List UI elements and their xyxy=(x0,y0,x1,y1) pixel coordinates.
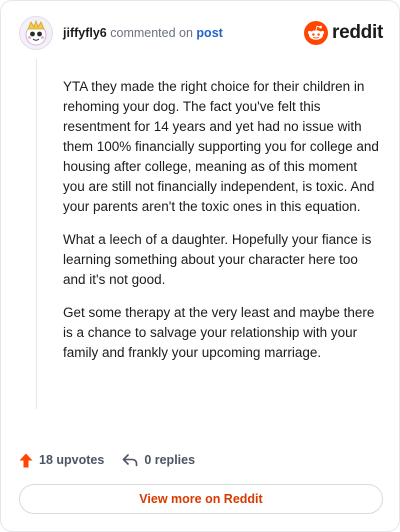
upvote-button[interactable]: 18 upvotes xyxy=(19,453,104,468)
reply-button[interactable]: 0 replies xyxy=(122,453,195,467)
username-link[interactable]: jiffyfly6 xyxy=(63,26,107,40)
comment-body: YTA they made the right choice for their… xyxy=(63,77,379,376)
view-more-label: View more on Reddit xyxy=(139,492,263,506)
comment-paragraph: What a leech of a daughter. Hopefully yo… xyxy=(63,232,372,287)
view-more-button[interactable]: View more on Reddit xyxy=(19,484,383,514)
user-avatar[interactable] xyxy=(19,16,53,50)
embedded-comment-card: jiffyfly6 commented on post reddit YTA t… xyxy=(0,0,400,532)
upvote-arrow-icon xyxy=(19,453,33,467)
comment-paragraph: YTA they made the right choice for their… xyxy=(63,79,379,214)
byline-verb: commented on xyxy=(110,26,193,40)
reddit-wordmark: reddit xyxy=(332,22,383,43)
upvote-count: 18 upvotes xyxy=(39,453,105,467)
reddit-snoo-icon xyxy=(304,21,329,45)
post-link[interactable]: post xyxy=(196,26,222,40)
reply-arrow-icon xyxy=(123,454,138,467)
comment-paragraph: Get some therapy at the very least and m… xyxy=(63,305,375,360)
comment-byline: jiffyfly6 commented on post xyxy=(63,26,223,40)
avatar-image xyxy=(25,19,47,46)
reddit-brand-link[interactable]: reddit xyxy=(304,21,383,45)
comment-header: jiffyfly6 commented on post reddit xyxy=(19,15,383,51)
comment-actions: 18 upvotes 0 replies xyxy=(19,451,195,469)
reply-count: 0 replies xyxy=(144,453,196,467)
thread-line xyxy=(36,59,37,409)
